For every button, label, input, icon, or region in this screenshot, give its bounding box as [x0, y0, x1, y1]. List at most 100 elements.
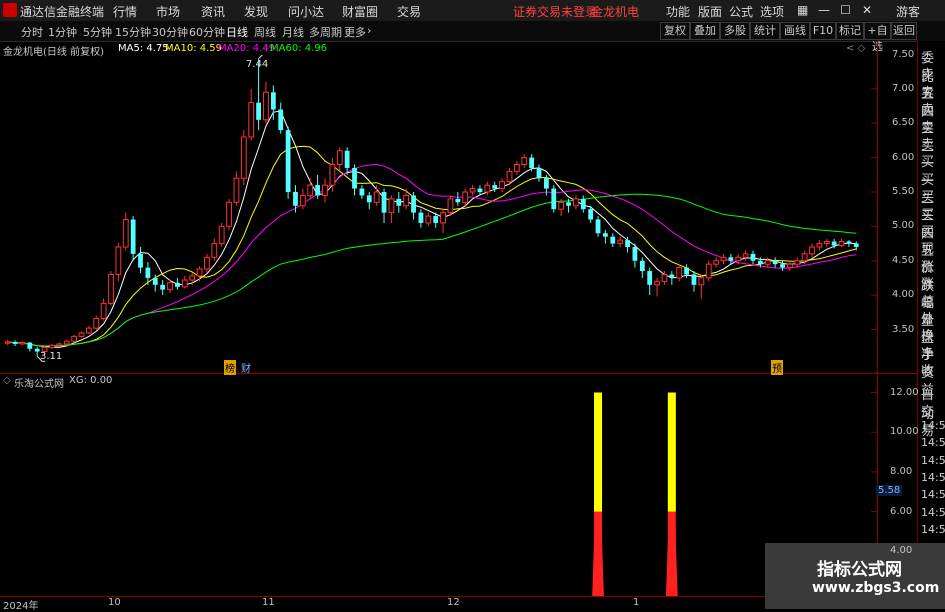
- candle-body: [211, 243, 218, 258]
- close-icon[interactable]: ✕: [862, 3, 872, 17]
- candle-body: [853, 243, 859, 247]
- candle-body: [196, 268, 203, 277]
- period-5min[interactable]: 5分钟: [83, 24, 112, 40]
- diejia-button[interactable]: 叠加: [690, 22, 720, 40]
- candle-body: [440, 212, 446, 224]
- chart-options-icon[interactable]: < ◇: [846, 43, 865, 54]
- candle-body: [418, 212, 424, 223]
- candle-body: [603, 233, 608, 237]
- period-30min[interactable]: 30分钟: [152, 24, 188, 40]
- period-60min[interactable]: 60分钟: [189, 24, 225, 40]
- ma20-line: [7, 163, 857, 347]
- sub-y-tick-label: 12.00: [890, 386, 919, 398]
- trade-field-label: 14:56: [921, 523, 945, 537]
- candle-body: [661, 274, 668, 282]
- candle-body: [713, 260, 720, 265]
- period-fenshi[interactable]: 分时: [21, 24, 43, 40]
- candle-body: [293, 192, 298, 206]
- more-chevron-icon[interactable]: ›: [367, 24, 371, 37]
- candle-body: [122, 219, 129, 248]
- candle-body: [299, 194, 306, 207]
- candle-body: [447, 198, 454, 214]
- candle-body: [56, 343, 63, 346]
- candle-body: [78, 332, 85, 337]
- trade-field-label: 14:56: [921, 453, 945, 467]
- candle-body: [263, 91, 269, 121]
- minimize-icon[interactable]: —: [818, 3, 830, 17]
- sub-y-tick-label: 4.00: [890, 545, 913, 557]
- trade-field-label: 14:56: [921, 418, 945, 432]
- period-1min[interactable]: 1分钟: [48, 24, 77, 40]
- candle-body: [425, 215, 432, 224]
- period-daily[interactable]: 日线: [226, 24, 248, 40]
- back-button[interactable]: 返回: [891, 22, 917, 40]
- y-tick-label: 7.00: [892, 82, 915, 94]
- candle-body: [846, 241, 852, 244]
- login-status[interactable]: 证券交易未登录: [513, 3, 597, 20]
- candle-body: [204, 256, 210, 270]
- signal-chart: [592, 392, 877, 596]
- biaoji-button[interactable]: 标记: [836, 22, 864, 40]
- menu-zixun[interactable]: 资讯: [201, 3, 225, 20]
- y-tick-label: 6.50: [892, 117, 915, 129]
- sub-y-tick-label: 6.00: [890, 505, 913, 517]
- ma5-label: MA5: 4.75: [118, 43, 169, 54]
- tongji-button[interactable]: 统计: [750, 22, 780, 40]
- menu-wenxiaoda[interactable]: 问小达: [288, 3, 324, 20]
- candle-body: [344, 150, 350, 168]
- cai-marker[interactable]: 财: [241, 360, 251, 375]
- period-monthly[interactable]: 月线: [282, 24, 304, 40]
- sub-y-tick-label: 8.00: [890, 465, 913, 477]
- menu-banmian[interactable]: 版面: [698, 3, 722, 20]
- candle-body: [270, 92, 276, 110]
- candle-body: [248, 102, 255, 138]
- menu-hangqing[interactable]: 行情: [113, 3, 137, 20]
- candle-body: [529, 157, 535, 168]
- menu-faxian[interactable]: 发现: [244, 3, 268, 20]
- candle-body: [617, 239, 624, 245]
- y-axis-border: [877, 41, 878, 596]
- add-watchlist-button[interactable]: +自选: [864, 22, 891, 53]
- period-multi[interactable]: 多周期: [309, 24, 342, 40]
- yu-marker[interactable]: 预: [771, 360, 783, 375]
- menu-caifuquan[interactable]: 财富圈: [342, 3, 378, 20]
- bang-marker[interactable]: 榜: [224, 360, 236, 375]
- candle-body: [336, 150, 343, 165]
- menu-jiaoyi[interactable]: 交易: [397, 3, 421, 20]
- user-label[interactable]: 游客: [896, 3, 920, 20]
- candle-body: [130, 219, 136, 254]
- ma10-label: MA10: 4.59: [165, 43, 223, 54]
- candle-body: [521, 157, 528, 165]
- candle-body: [381, 192, 387, 213]
- period-more[interactable]: 更多: [344, 24, 366, 40]
- watermark-url: www.zbgs3.com: [812, 580, 940, 596]
- menu-gongshi[interactable]: 公式: [729, 3, 753, 20]
- title-bar: 通达信金融终端 行情 市场 资讯 发现 问小达 财富圈 交易 证券交易未登录 金…: [0, 0, 945, 22]
- candle-body: [175, 282, 180, 287]
- current-value-badge: 5.58: [876, 485, 903, 496]
- candle-body: [588, 209, 594, 220]
- fuquan-button[interactable]: 复权: [660, 22, 690, 40]
- menu-gongneng[interactable]: 功能: [666, 3, 690, 20]
- candle-body: [831, 241, 837, 246]
- period-weekly[interactable]: 周线: [254, 24, 276, 40]
- candle-body: [373, 191, 380, 203]
- menu-xuanxiang[interactable]: 选项: [760, 3, 784, 20]
- period-15min[interactable]: 15分钟: [115, 24, 151, 40]
- huaxian-button[interactable]: 画线: [780, 22, 810, 40]
- signal-bar-yellow: [594, 392, 603, 512]
- candle-body: [167, 282, 173, 291]
- candle-body: [19, 342, 26, 345]
- candle-body: [506, 170, 513, 183]
- duogu-button[interactable]: 多股: [720, 22, 750, 40]
- x-label-oct: 10: [108, 597, 121, 608]
- x-label-dec: 12: [447, 597, 460, 608]
- candle-body: [455, 198, 461, 203]
- maximize-icon[interactable]: ☐: [840, 3, 851, 17]
- window-grid-icon[interactable]: ▦: [797, 3, 808, 17]
- menu-shichang[interactable]: 市场: [156, 3, 180, 20]
- trade-field-label: 14:56: [921, 471, 945, 484]
- f10-button[interactable]: F10: [810, 22, 836, 40]
- watermark-title: 指标公式网: [817, 560, 902, 580]
- candle-body: [786, 263, 793, 269]
